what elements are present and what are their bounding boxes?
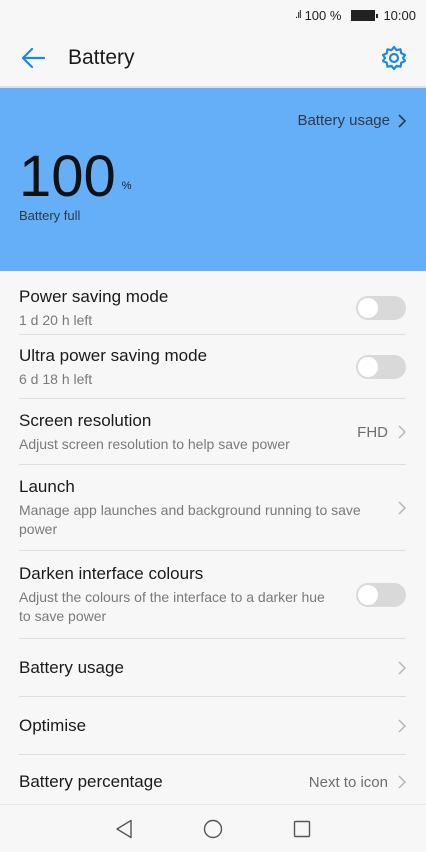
item-value: FHD — [357, 423, 388, 441]
item-subtitle: Manage app launches and background runni… — [19, 502, 361, 537]
item-label: Screen resolution — [19, 410, 152, 430]
item-label: Optimise — [19, 716, 87, 735]
chevron-right-icon — [398, 425, 406, 439]
item-label: Battery percentage — [19, 772, 163, 791]
battery-usage-link[interactable]: Battery usage — [297, 112, 406, 129]
signal-icon: .ıl — [295, 9, 301, 21]
battery-usage-link-label: Battery usage — [297, 112, 390, 129]
power-saving-toggle[interactable] — [356, 296, 406, 320]
chevron-right-icon — [398, 113, 406, 128]
darken-colours-toggle[interactable] — [356, 583, 406, 607]
settings-gear-icon[interactable] — [380, 44, 408, 72]
battery-level-value: 100 — [19, 144, 116, 209]
back-arrow-icon[interactable] — [20, 45, 46, 71]
status-bar: .ıl 100 % 10:00 — [0, 0, 426, 30]
battery-level-unit: % — [121, 180, 132, 192]
item-ultra-power-saving-mode[interactable]: Ultra power saving mode 6 d 18 h left — [0, 335, 426, 399]
item-label: Power saving mode — [19, 286, 169, 306]
battery-hero-panel: Battery usage 100 % Battery full — [0, 88, 426, 271]
battery-percent: 100 % — [304, 7, 342, 23]
item-screen-resolution[interactable]: Screen resolution Adjust screen resoluti… — [0, 399, 426, 465]
clock: 10:00 — [383, 7, 416, 23]
nav-home-circle-icon[interactable] — [203, 819, 223, 839]
item-subtitle: Adjust the colours of the interface to a… — [19, 589, 325, 624]
item-value: Next to icon — [308, 773, 388, 791]
ultra-power-saving-toggle[interactable] — [356, 355, 406, 379]
battery-status: Battery full — [19, 208, 81, 223]
item-subtitle: 6 d 18 h left — [19, 370, 93, 387]
app-bar: Battery — [0, 30, 426, 86]
settings-list: Power saving mode 1 d 20 h left Ultra po… — [0, 271, 426, 809]
chevron-right-icon — [398, 719, 406, 733]
item-label: Darken interface colours — [19, 564, 204, 583]
page-title: Battery — [68, 46, 135, 69]
item-launch[interactable]: Launch Manage app launches and backgroun… — [0, 465, 426, 551]
chevron-right-icon — [398, 501, 406, 515]
battery-level: 100 % — [19, 148, 132, 206]
nav-back-triangle-icon[interactable] — [115, 819, 133, 839]
item-subtitle: Adjust screen resolution to help save po… — [19, 435, 290, 452]
battery-icon — [351, 9, 379, 21]
item-optimise[interactable]: Optimise — [0, 697, 426, 755]
nav-recents-square-icon[interactable] — [293, 820, 311, 838]
item-darken-interface-colours[interactable]: Darken interface colours Adjust the colo… — [0, 551, 426, 639]
item-subtitle: 1 d 20 h left — [19, 311, 93, 328]
item-power-saving-mode[interactable]: Power saving mode 1 d 20 h left — [0, 271, 426, 335]
system-nav-bar — [0, 804, 426, 852]
item-label: Launch — [19, 477, 75, 496]
item-label: Ultra power saving mode — [19, 345, 208, 365]
item-battery-percentage[interactable]: Battery percentage Next to icon — [0, 755, 426, 809]
chevron-right-icon — [398, 661, 406, 675]
item-battery-usage[interactable]: Battery usage — [0, 639, 426, 697]
item-label: Battery usage — [19, 658, 124, 677]
chevron-right-icon — [398, 775, 406, 789]
